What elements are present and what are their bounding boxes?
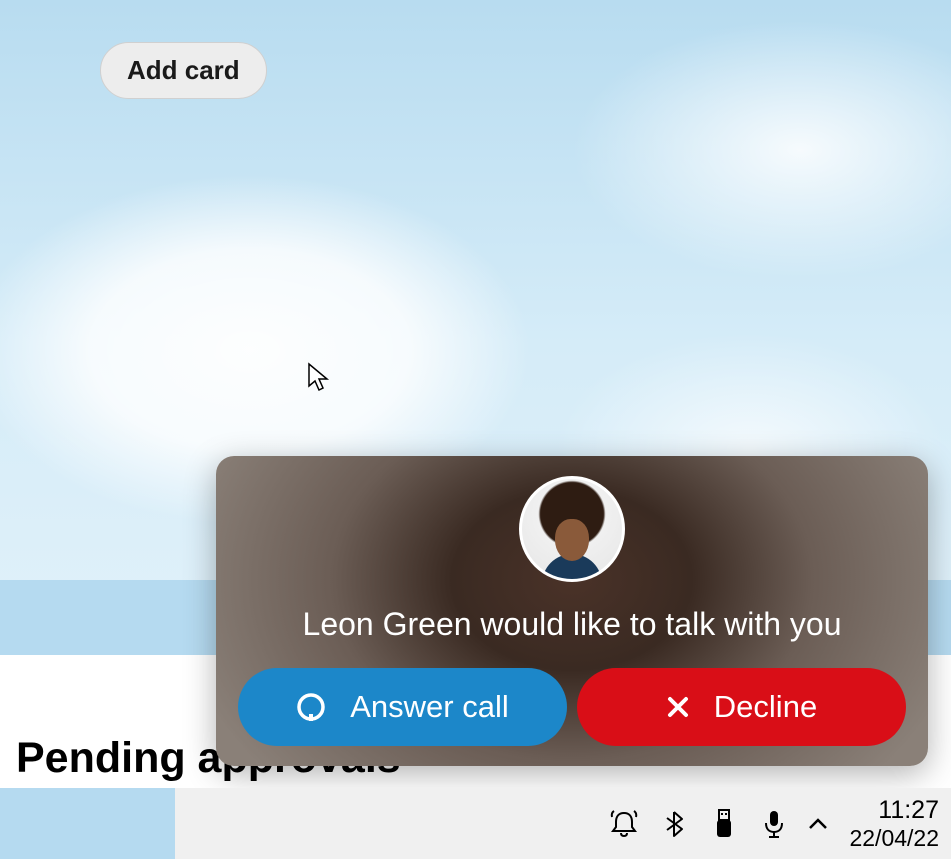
bluetooth-icon[interactable] bbox=[653, 803, 695, 845]
microphone-icon[interactable] bbox=[753, 803, 795, 845]
answer-call-button[interactable]: Answer call bbox=[238, 668, 567, 746]
clock-date: 22/04/22 bbox=[849, 825, 939, 851]
background-band-lower bbox=[0, 788, 175, 859]
call-message: Leon Green would like to talk with you bbox=[216, 606, 928, 643]
call-actions: Answer call Decline bbox=[216, 668, 928, 746]
taskbar-clock[interactable]: 11:27 22/04/22 bbox=[841, 796, 939, 851]
answer-icon bbox=[296, 692, 326, 722]
decline-call-button[interactable]: Decline bbox=[577, 668, 906, 746]
clock-time: 11:27 bbox=[849, 796, 939, 825]
decline-call-label: Decline bbox=[714, 689, 817, 725]
add-card-button[interactable]: Add card bbox=[100, 42, 267, 99]
answer-call-label: Answer call bbox=[350, 689, 509, 725]
usb-device-icon[interactable] bbox=[703, 803, 745, 845]
incoming-call-notification: Leon Green would like to talk with you A… bbox=[216, 456, 928, 766]
caller-avatar bbox=[519, 476, 625, 582]
notifications-icon[interactable] bbox=[603, 803, 645, 845]
taskbar: 11:27 22/04/22 bbox=[175, 788, 951, 859]
close-icon bbox=[666, 695, 690, 719]
chevron-up-icon[interactable] bbox=[803, 803, 833, 845]
